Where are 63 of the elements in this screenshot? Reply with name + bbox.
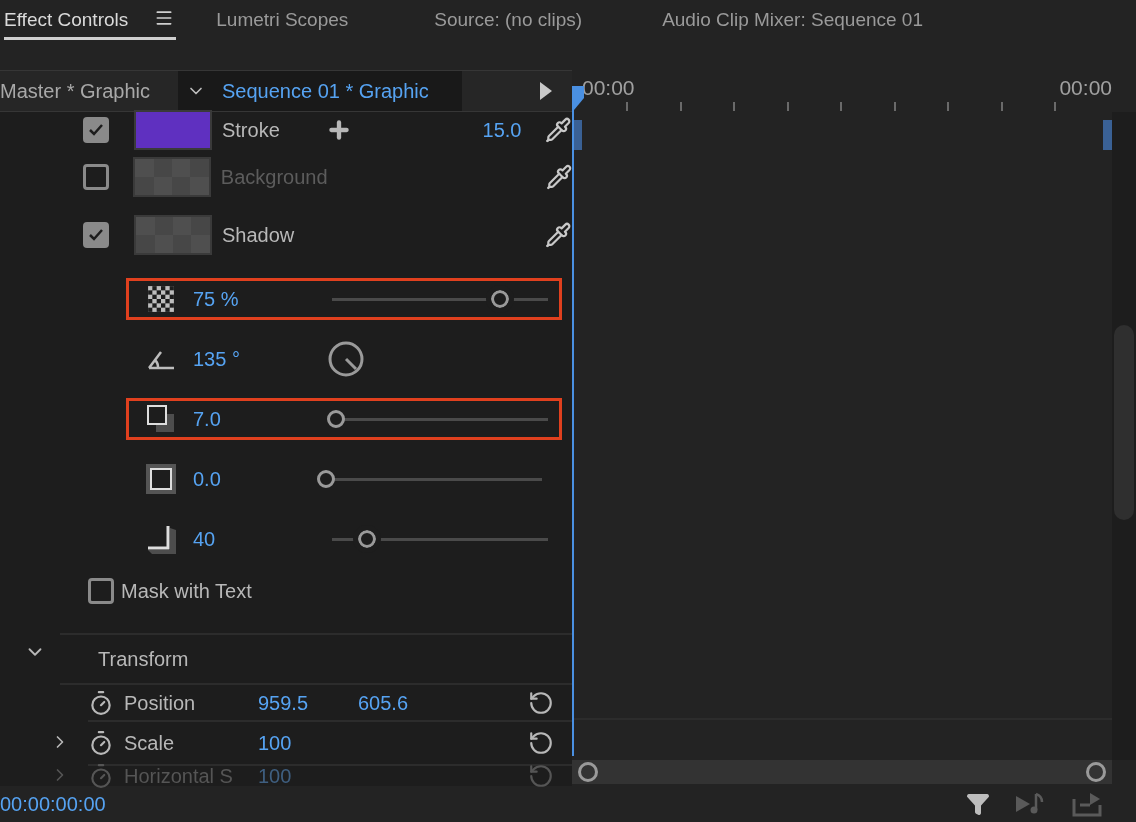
color-swatch[interactable]	[134, 214, 212, 255]
play-icon[interactable]	[540, 81, 552, 100]
effect-label: Background	[220, 164, 328, 190]
inset-square-icon	[146, 463, 176, 494]
timecode[interactable]: 00:00:00:00	[0, 789, 106, 819]
corner-shadow-icon	[146, 523, 176, 554]
scrollbar[interactable]	[1112, 112, 1136, 760]
checkbox[interactable]	[83, 116, 110, 143]
keyframe-marker	[1103, 120, 1112, 150]
checkbox[interactable]	[83, 221, 110, 248]
shadow-value[interactable]: 135 °	[193, 344, 303, 375]
zoom-scrollbar[interactable]	[572, 760, 1112, 784]
ruler-tick	[1000, 102, 1003, 111]
shadow-value[interactable]: 7.0	[193, 404, 303, 435]
shadow-value[interactable]: 40	[193, 523, 303, 554]
drop-shadow-icon	[146, 404, 176, 435]
ruler-tick	[947, 102, 949, 111]
reset-icon[interactable]	[528, 730, 554, 757]
ruler-tick	[840, 102, 842, 111]
ruler-tick	[1054, 102, 1056, 111]
effect-label: Shadow	[221, 222, 296, 248]
ruler-tick	[733, 102, 735, 111]
panel-tab[interactable]: Source: (no clips)	[434, 0, 583, 40]
color-swatch[interactable]	[134, 109, 212, 150]
property-label: Horizontal S	[124, 765, 234, 787]
ruler-tick	[679, 102, 682, 111]
ruler-tick	[786, 102, 789, 111]
property-label: Scale	[124, 732, 176, 755]
timecode-label: 00:00	[582, 76, 635, 100]
panel-tab[interactable]: Lumetri Scopes	[216, 0, 349, 40]
section-title: Transform	[98, 647, 189, 673]
checkerboard-icon	[148, 286, 174, 313]
slider-thumb[interactable]	[317, 469, 335, 488]
zoom-handle[interactable]	[1086, 762, 1106, 782]
sequence-dropdown[interactable]: Sequence 01 * Graphic	[178, 71, 462, 111]
checkbox-label: Mask with Text	[121, 578, 252, 604]
zoom-handle[interactable]	[578, 762, 598, 782]
eyedropper-icon[interactable]	[545, 220, 572, 249]
property-value[interactable]: 605.6	[358, 691, 458, 714]
stopwatch-icon[interactable]	[88, 730, 114, 757]
effect-label: Stroke	[221, 117, 281, 143]
shadow-value[interactable]: 75 %	[193, 284, 303, 315]
property-value[interactable]: 959.5	[258, 691, 358, 714]
stroke-width-value[interactable]: 15.0	[482, 114, 522, 145]
property-value[interactable]: 100	[258, 732, 358, 755]
checkbox[interactable]	[88, 577, 114, 604]
angle-dial[interactable]	[327, 340, 365, 379]
ruler-tick	[626, 102, 628, 111]
keyframe-marker	[574, 120, 582, 150]
slider-thumb[interactable]	[327, 410, 346, 429]
panel-tab[interactable]: Audio Clip Mixer: Sequence 01	[662, 0, 923, 40]
stopwatch-icon[interactable]	[88, 689, 114, 716]
timecode-label: 00:00	[1059, 76, 1112, 100]
property-label: Position	[124, 691, 197, 714]
filter-icon[interactable]	[966, 792, 990, 816]
shadow-value[interactable]: 0.0	[193, 463, 303, 494]
eyedropper-icon[interactable]	[545, 115, 572, 144]
reset-icon[interactable]	[528, 689, 554, 716]
color-swatch[interactable]	[133, 156, 211, 197]
panel-tab[interactable]: Effect Controls	[4, 0, 177, 40]
ruler-tick	[893, 102, 896, 111]
eyedropper-icon[interactable]	[545, 162, 572, 191]
clip-name: Master * Graphic	[0, 78, 152, 104]
